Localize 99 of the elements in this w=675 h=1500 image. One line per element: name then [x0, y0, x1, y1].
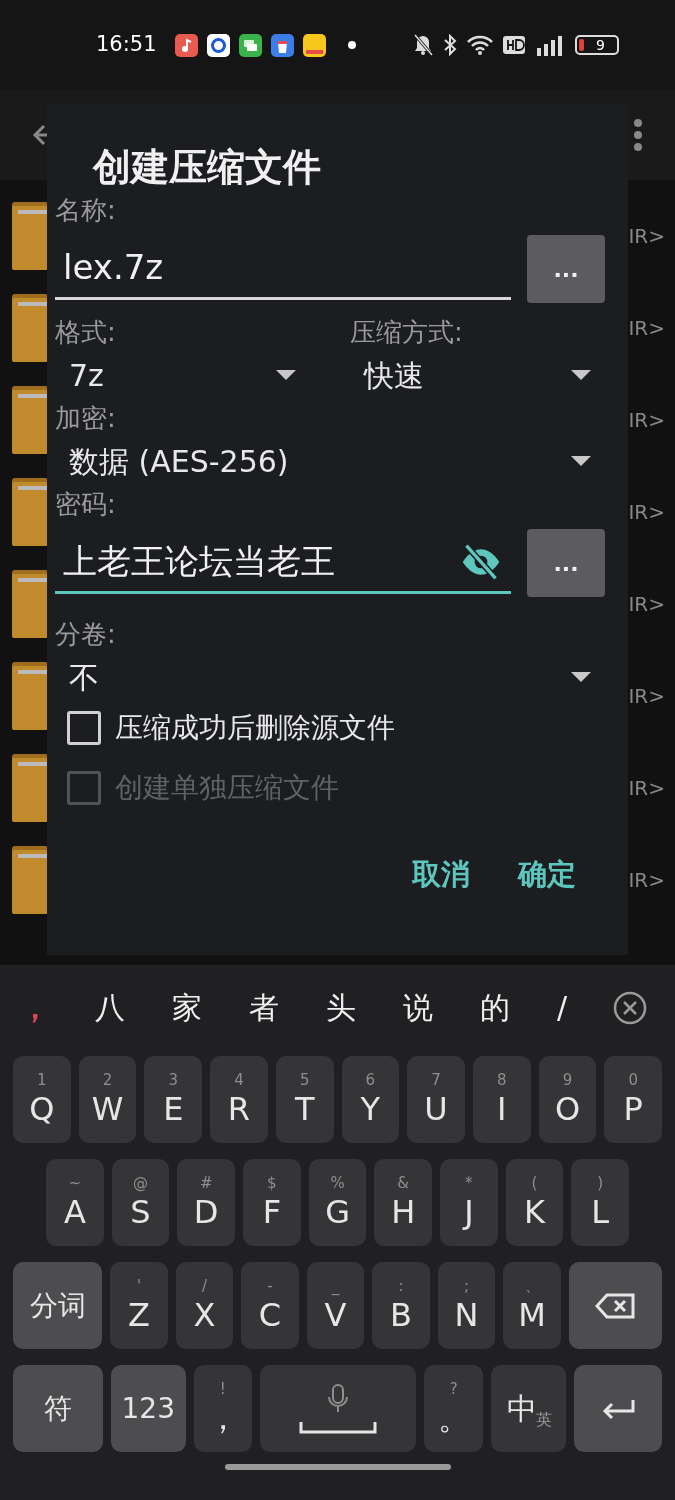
keyboard-key[interactable]: # D [177, 1159, 235, 1246]
keyboard-key[interactable]: 7 U [407, 1056, 465, 1143]
keyboard-key[interactable]: 2 W [78, 1056, 137, 1143]
candidate-word[interactable]: 的 [480, 985, 510, 1030]
keyboard-key[interactable]: ; N [437, 1262, 496, 1349]
wifi-icon [467, 35, 493, 55]
keyboard-key[interactable]: $ F [243, 1159, 301, 1246]
folder-icon [12, 202, 48, 270]
dropdown[interactable]: 7z [55, 349, 310, 401]
candidate-word[interactable]: 说 [403, 985, 433, 1030]
folder-icon [12, 662, 48, 730]
keyboard-key[interactable]: % G [308, 1159, 367, 1246]
folder-icon [12, 478, 48, 546]
dialog-button[interactable]: 确定 [514, 847, 580, 903]
backspace-key[interactable] [568, 1262, 663, 1349]
field-label: 分卷: [55, 618, 117, 651]
dialog-button[interactable]: 取消 [408, 847, 474, 903]
candidate-word[interactable]: 头 [326, 985, 356, 1030]
keyboard-key[interactable]: ? 。 [424, 1365, 484, 1452]
keyboard-key[interactable]: & H [374, 1159, 433, 1246]
directory-tag: IR> [628, 681, 665, 711]
keyboard-key[interactable]: 9 O [538, 1056, 597, 1143]
backspace-icon [595, 1292, 636, 1319]
keyboard-key[interactable]: 符 [13, 1365, 103, 1452]
keyboard-key[interactable]: 5 T [275, 1056, 334, 1143]
battery-indicator: 9 [575, 35, 619, 55]
directory-tag: IR> [628, 405, 665, 435]
folder-icon [12, 386, 48, 454]
dropdown[interactable]: 数据 (AES-256) [55, 435, 605, 487]
microphone-icon [327, 1383, 349, 1414]
directory-tag: IR> [628, 313, 665, 343]
keyboard-key[interactable]: / X [175, 1262, 234, 1349]
browse-button[interactable]: ... [527, 529, 605, 597]
keyboard-key[interactable]: ( K [505, 1159, 564, 1246]
status-time: 16:51 [96, 31, 157, 59]
dropdown[interactable]: 不 [55, 651, 605, 703]
keyboard-key[interactable]: ~ A [46, 1159, 104, 1246]
dropdown-caret-icon [276, 370, 296, 380]
enter-key[interactable] [574, 1365, 662, 1452]
keyboard-key[interactable]: _ V [306, 1262, 365, 1349]
music-app-icon [174, 33, 198, 57]
keyboard-key[interactable]: 123 [110, 1365, 186, 1452]
directory-tag: IR> [628, 497, 665, 527]
candidate-word[interactable]: 者 [249, 985, 279, 1030]
signal-icon [535, 34, 565, 56]
dialog-title: 创建压缩文件 [91, 144, 322, 191]
directory-tag: IR> [628, 773, 665, 803]
keyboard-key[interactable]: 3 E [144, 1056, 203, 1143]
hd-icon [503, 36, 525, 54]
keyboard-key[interactable]: 0 P [604, 1056, 663, 1143]
dropdown-caret-icon [571, 672, 591, 682]
candidate-word[interactable]: ， [20, 985, 48, 1030]
keyboard-key[interactable]: ! ， [193, 1365, 252, 1452]
bluetooth-icon [443, 34, 457, 56]
field-label: 格式: [55, 316, 117, 349]
clear-icon[interactable] [613, 990, 647, 1025]
keyboard-key[interactable]: ) L [571, 1159, 630, 1246]
dropdown[interactable]: 快速 [350, 349, 605, 401]
directory-tag: IR> [628, 865, 665, 895]
space-key[interactable] [259, 1365, 417, 1452]
keyboard-key[interactable]: 6 Y [341, 1056, 400, 1143]
field-label: 压缩方式: [350, 316, 464, 349]
text-field[interactable]: 上老王论坛当老王 [55, 532, 511, 594]
folder-icon [12, 294, 48, 362]
bell-off-icon [413, 34, 433, 56]
keyboard-key[interactable]: @ S [111, 1159, 170, 1246]
directory-tag: IR> [628, 589, 665, 619]
directory-tag: IR> [628, 221, 665, 251]
keyboard-key[interactable]: 分词 [13, 1262, 103, 1349]
folder-icon [12, 754, 48, 822]
keyboard-key[interactable]: : B [372, 1262, 430, 1349]
space-icon [299, 1419, 377, 1434]
browse-button[interactable]: ... [527, 235, 605, 303]
keyboard-key[interactable]: * J [440, 1159, 498, 1246]
folder-icon [12, 846, 48, 914]
field-label: 密码: [55, 488, 117, 521]
keyboard-key[interactable]: 1 Q [13, 1056, 71, 1143]
keyboard-key[interactable]: ' Z [110, 1262, 168, 1349]
dropdown-caret-icon [571, 370, 591, 380]
chat-app-icon [238, 33, 262, 57]
delivery-app-icon [302, 33, 326, 57]
enter-icon [601, 1397, 636, 1420]
keyboard-key[interactable]: 、 M [503, 1262, 561, 1349]
cup-app-icon [270, 33, 294, 57]
keyboard-key[interactable]: - C [241, 1262, 299, 1349]
text-field[interactable]: lex.7z [55, 238, 511, 300]
ring-app-icon [206, 33, 230, 57]
dropdown-caret-icon [571, 456, 591, 466]
field-label: 加密: [55, 402, 117, 435]
field-label: 名称: [55, 194, 117, 227]
more-menu-icon[interactable] [633, 118, 643, 152]
notification-dot-icon [347, 41, 356, 49]
checkbox-option[interactable]: 压缩成功后删除源文件 [67, 707, 605, 749]
candidate-word[interactable]: 八 [95, 985, 125, 1030]
folder-icon [12, 570, 48, 638]
keyboard-key[interactable]: 8 I [472, 1056, 531, 1143]
keyboard-key[interactable]: 4 R [210, 1056, 268, 1143]
candidate-word[interactable]: 家 [172, 985, 202, 1030]
candidate-word[interactable]: / [557, 985, 568, 1030]
